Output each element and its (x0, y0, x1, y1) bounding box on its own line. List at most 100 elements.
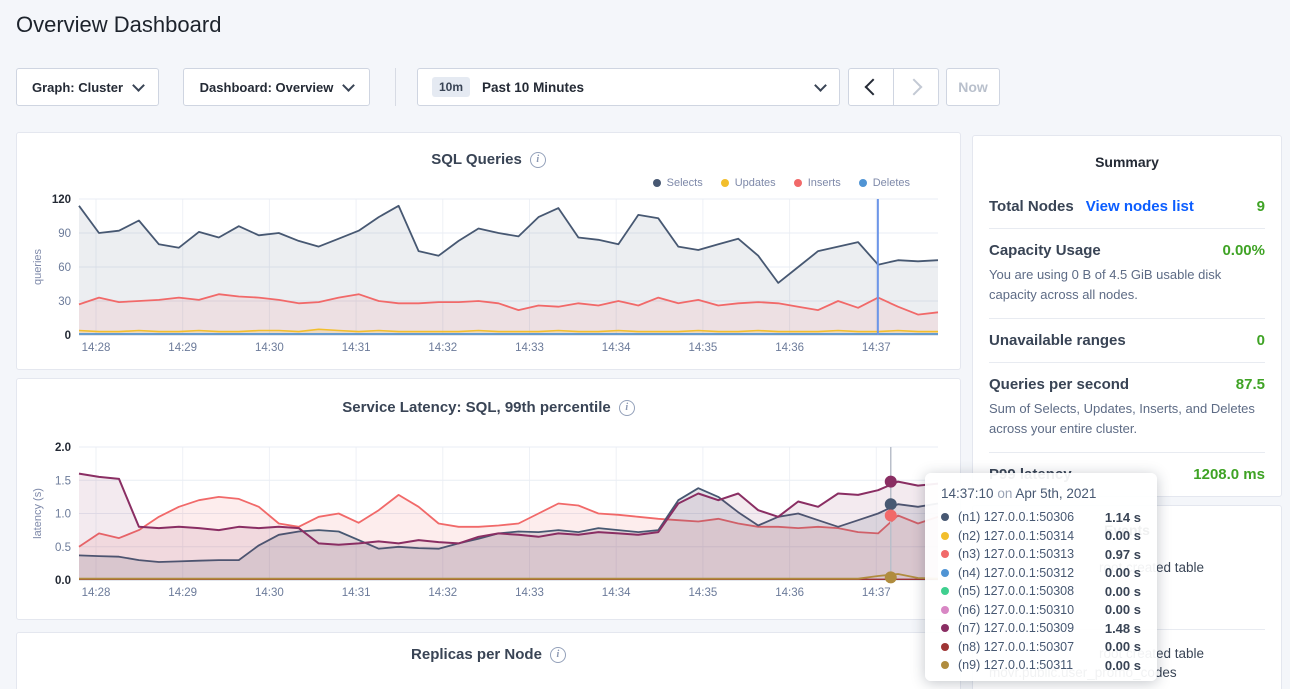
time-next-button[interactable] (893, 68, 939, 106)
node-address: (n7) 127.0.0.1:50309 (958, 621, 1074, 635)
svg-text:14:34: 14:34 (602, 587, 631, 599)
summary-heading: Summary (989, 154, 1265, 170)
node-color-dot-icon (941, 661, 949, 669)
svg-text:queries: queries (32, 248, 44, 285)
capacity-note: You are using 0 B of 4.5 GiB usable disk… (989, 265, 1265, 305)
dashboard-dropdown[interactable]: Dashboard: Overview (183, 68, 370, 106)
tooltip-node-row: (n6) 127.0.0.1:503100.00 s (941, 601, 1141, 620)
svg-text:14:35: 14:35 (689, 587, 718, 599)
chevron-right-icon (906, 79, 923, 96)
tooltip-node-row: (n3) 127.0.0.1:503130.97 s (941, 545, 1141, 564)
node-latency-value: 1.48 s (1105, 621, 1141, 636)
tooltip-date: Apr 5th, 2021 (1015, 486, 1096, 501)
time-range-dropdown[interactable]: 10m Past 10 Minutes (417, 68, 840, 106)
svg-text:14:33: 14:33 (515, 342, 544, 354)
node-latency-value: 0.97 s (1105, 547, 1141, 562)
svg-text:120: 120 (52, 194, 71, 206)
node-address: (n5) 127.0.0.1:50308 (958, 584, 1074, 598)
node-color-dot-icon (941, 513, 949, 521)
chart-title-text: Replicas per Node (411, 646, 542, 663)
svg-text:14:32: 14:32 (428, 342, 457, 354)
total-nodes-value: 9 (1257, 198, 1265, 215)
chevron-down-icon (814, 79, 827, 92)
svg-text:14:34: 14:34 (602, 342, 631, 354)
summary-card: Summary Total Nodes View nodes list 9 Ca… (972, 135, 1282, 497)
svg-text:14:32: 14:32 (428, 587, 457, 599)
dashboard-dropdown-label: Dashboard: Overview (200, 80, 334, 95)
node-latency-value: 0.00 s (1105, 658, 1141, 673)
time-range-label: Past 10 Minutes (482, 80, 584, 95)
summary-row-qps: Queries per second 87.5 Sum of Selects, … (989, 363, 1265, 453)
node-address: (n4) 127.0.0.1:50312 (958, 566, 1074, 580)
page-title: Overview Dashboard (16, 12, 221, 38)
node-color-dot-icon (941, 532, 949, 540)
node-address: (n1) 127.0.0.1:50306 (958, 510, 1074, 524)
node-color-dot-icon (941, 624, 949, 632)
latency-chart[interactable]: 14:2814:2914:3014:3114:3214:3314:3414:35… (17, 379, 960, 619)
chevron-down-icon (342, 79, 355, 92)
tooltip-node-row: (n9) 127.0.0.1:50311 0.00 s (941, 656, 1141, 675)
svg-text:14:31: 14:31 (342, 342, 371, 354)
latency-card: Service Latency: SQL, 99th percentile i … (16, 378, 961, 620)
now-button[interactable]: Now (946, 68, 1000, 106)
node-latency-value: 0.00 s (1105, 528, 1141, 543)
svg-text:14:30: 14:30 (255, 342, 284, 354)
svg-text:1.5: 1.5 (55, 475, 71, 487)
chevron-left-icon (865, 79, 882, 96)
svg-text:latency (s): latency (s) (32, 488, 44, 539)
total-nodes-label: Total Nodes (989, 198, 1074, 215)
capacity-label: Capacity Usage (989, 242, 1101, 259)
replicas-card: Replicas per Node i (16, 632, 961, 689)
svg-text:90: 90 (58, 228, 71, 240)
sql-queries-chart[interactable]: 14:2814:2914:3014:3114:3214:3314:3414:35… (17, 133, 960, 369)
node-color-dot-icon (941, 587, 949, 595)
svg-text:0.0: 0.0 (55, 575, 71, 587)
qps-value: 87.5 (1236, 376, 1265, 393)
tooltip-node-row: (n5) 127.0.0.1:50308 0.00 s (941, 582, 1141, 601)
tooltip-time: 14:37:10 (941, 486, 994, 501)
node-latency-value: 0.00 s (1105, 565, 1141, 580)
svg-text:30: 30 (58, 296, 71, 308)
now-button-label: Now (958, 79, 988, 95)
chart-hover-tooltip: 14:37:10 on Apr 5th, 2021 (n1) 127.0.0.1… (925, 473, 1157, 681)
tooltip-timestamp: 14:37:10 on Apr 5th, 2021 (941, 486, 1141, 501)
overview-dashboard-page: Overview Dashboard Graph: Cluster Dashbo… (0, 0, 1290, 689)
svg-text:14:29: 14:29 (168, 587, 197, 599)
tooltip-node-row: (n2) 127.0.0.1:503140.00 s (941, 527, 1141, 546)
info-icon[interactable]: i (550, 647, 566, 663)
graph-dropdown[interactable]: Graph: Cluster (16, 68, 159, 106)
summary-row-total-nodes: Total Nodes View nodes list 9 (989, 182, 1265, 229)
node-address: (n9) 127.0.0.1:50311 (958, 658, 1073, 672)
node-latency-value: 0.00 s (1105, 602, 1141, 617)
tooltip-node-row: (n1) 127.0.0.1:503061.14 s (941, 508, 1141, 527)
svg-text:14:33: 14:33 (515, 587, 544, 599)
svg-text:14:28: 14:28 (82, 587, 111, 599)
qps-note: Sum of Selects, Updates, Inserts, and De… (989, 399, 1265, 439)
view-nodes-list-link[interactable]: View nodes list (1086, 198, 1194, 215)
tooltip-node-row: (n8) 127.0.0.1:50307 0.00 s (941, 638, 1141, 657)
svg-text:14:37: 14:37 (862, 342, 891, 354)
svg-text:14:37: 14:37 (862, 587, 891, 599)
capacity-value: 0.00% (1222, 242, 1265, 259)
svg-text:0: 0 (65, 330, 71, 342)
node-color-dot-icon (941, 606, 949, 614)
node-latency-value: 0.00 s (1105, 584, 1141, 599)
time-range-badge: 10m (432, 77, 470, 97)
svg-text:60: 60 (58, 262, 71, 274)
node-color-dot-icon (941, 643, 949, 651)
node-latency-value: 0.00 s (1105, 639, 1141, 654)
replicas-title: Replicas per Node i (17, 646, 960, 663)
node-color-dot-icon (941, 550, 949, 558)
svg-text:14:36: 14:36 (775, 587, 804, 599)
svg-text:14:30: 14:30 (255, 587, 284, 599)
time-prev-button[interactable] (848, 68, 894, 106)
summary-row-unavailable: Unavailable ranges 0 (989, 319, 1265, 363)
svg-text:2.0: 2.0 (55, 442, 71, 454)
tooltip-rows: (n1) 127.0.0.1:503061.14 s(n2) 127.0.0.1… (941, 508, 1141, 675)
toolbar-divider (395, 68, 396, 106)
node-address: (n8) 127.0.0.1:50307 (958, 640, 1074, 654)
graph-dropdown-label: Graph: Cluster (32, 80, 123, 95)
chevron-down-icon (132, 79, 145, 92)
svg-text:14:28: 14:28 (82, 342, 111, 354)
tooltip-node-row: (n4) 127.0.0.1:50312 0.00 s (941, 564, 1141, 583)
